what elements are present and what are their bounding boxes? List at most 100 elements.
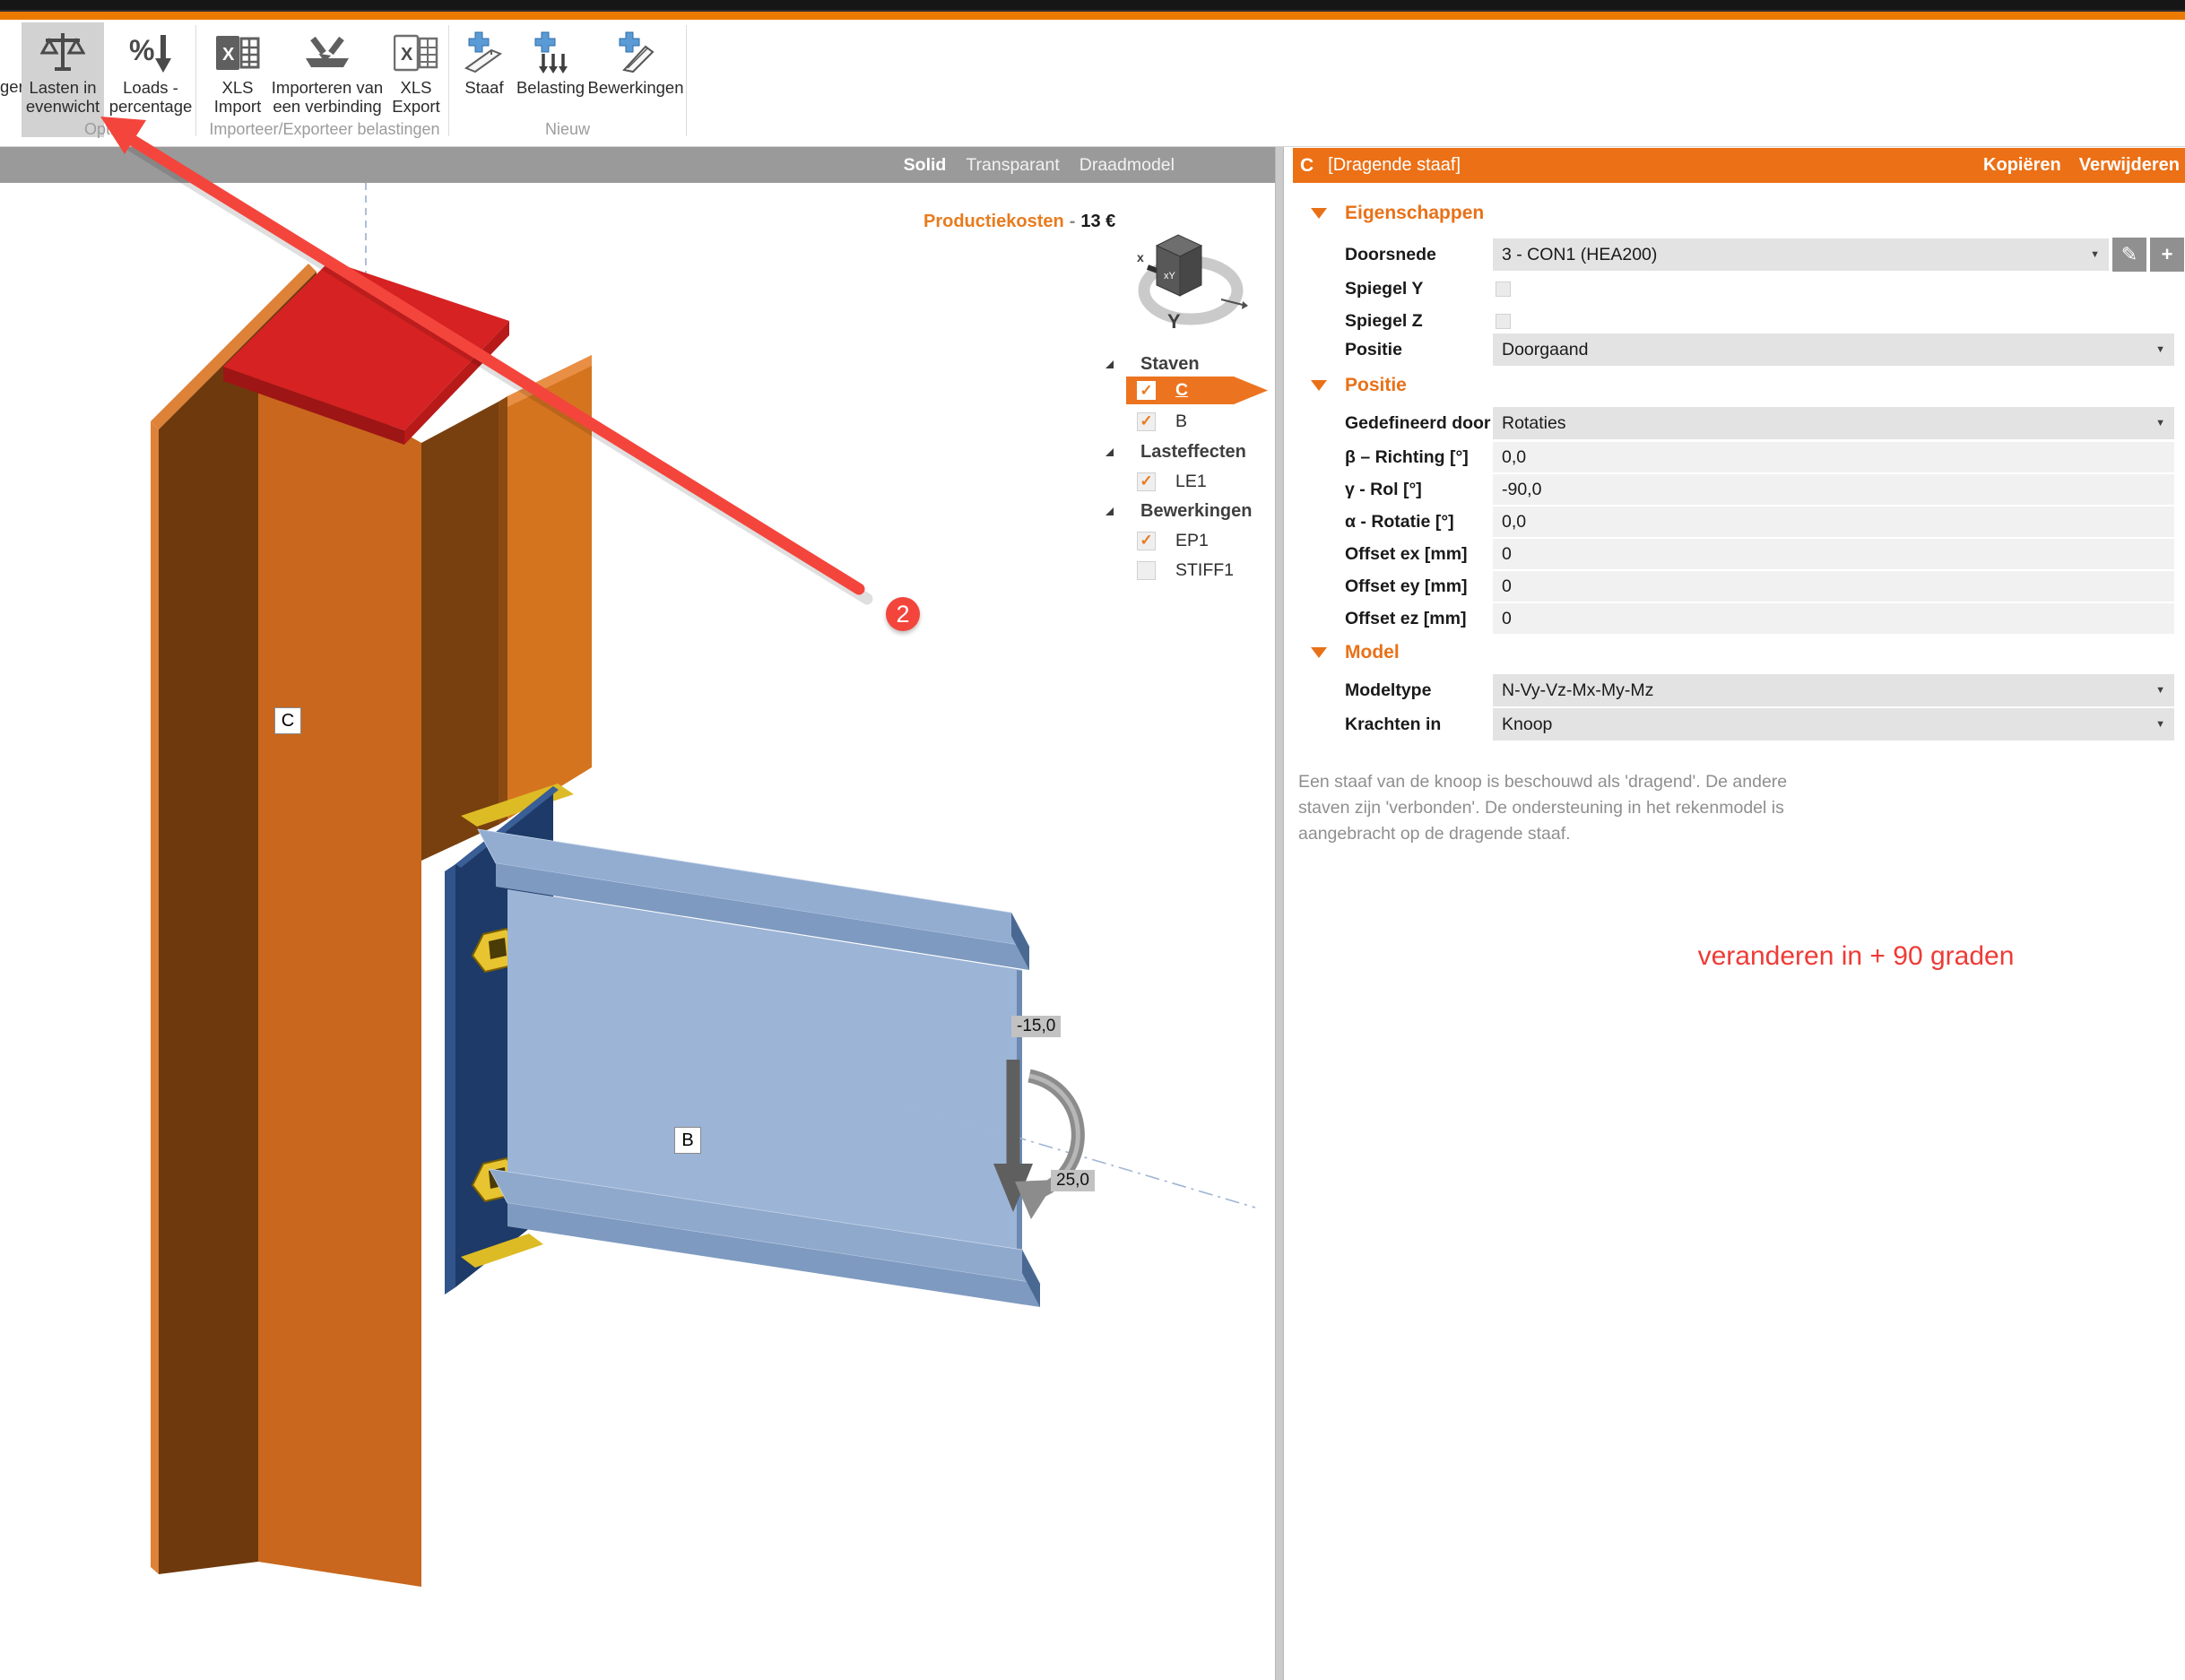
column-label: C — [274, 707, 301, 734]
gedefineerd-door-dropdown[interactable]: Rotaties ▼ — [1493, 407, 2174, 439]
property-panel: Eigenschappen Doorsnede 3 - CON1 (HEA200… — [1293, 183, 2185, 1680]
gamma-rol-input[interactable]: -90,0 — [1493, 474, 2174, 505]
rotation-start-value: -15,0 — [1011, 1016, 1061, 1037]
beta-richting-input[interactable]: 0,0 — [1493, 442, 2174, 472]
tree-item-le1[interactable]: ✓ LE1 — [1101, 467, 1207, 496]
production-cost-separator: - — [1064, 212, 1081, 231]
import-connection-icon — [302, 28, 352, 78]
chevron-down-icon: ▼ — [2155, 344, 2174, 355]
model-viewport[interactable]: Productiekosten-13 € xY Y x Staven ✓ C — [0, 183, 1275, 1680]
balance-scale-icon — [40, 28, 85, 78]
accent-stripe — [0, 12, 2185, 20]
collapse-triangle-icon[interactable] — [1311, 208, 1327, 219]
modeltype-dropdown[interactable]: N-Vy-Vz-Mx-My-Mz ▼ — [1493, 674, 2174, 706]
add-section-button[interactable]: + — [2150, 238, 2184, 272]
krachten-in-label: Krachten in — [1345, 708, 1441, 740]
tree-group-staven[interactable]: Staven — [1101, 350, 1200, 378]
panel-splitter[interactable] — [1275, 147, 1284, 1680]
view-cube-y-axis-label: Y — [1167, 310, 1181, 333]
expander-icon[interactable] — [1106, 507, 1114, 515]
group-separator — [195, 25, 196, 136]
spiegel-z-label: Spiegel Z — [1345, 305, 1423, 337]
tree-item-stiff1[interactable]: STIFF1 — [1101, 556, 1234, 585]
excel-export-icon: X — [394, 28, 438, 78]
button-label: Lasten in evenwicht — [22, 78, 104, 116]
section-eigenschappen[interactable]: Eigenschappen — [1293, 201, 1484, 226]
button-label: XLS Export — [384, 78, 448, 116]
modeltype-label: Modeltype — [1345, 674, 1431, 706]
krachten-in-dropdown[interactable]: Knoop ▼ — [1493, 708, 2174, 740]
chevron-down-icon: ▼ — [2155, 719, 2174, 730]
button-label: Bewerkingen — [588, 78, 684, 97]
checkbox-checked[interactable]: ✓ — [1137, 532, 1156, 550]
edit-section-button[interactable]: ✎ — [2112, 238, 2146, 272]
offset-ey-label: Offset ey [mm] — [1345, 570, 1468, 602]
excel-import-icon: X — [215, 28, 260, 78]
offset-ez-input[interactable]: 0 — [1493, 603, 2174, 634]
model-scene — [0, 183, 1275, 1680]
production-cost-value: 13 € — [1080, 212, 1115, 231]
cut-off-button[interactable]: gen — [0, 77, 22, 97]
tree-group-bewerkingen[interactable]: Bewerkingen — [1101, 497, 1252, 525]
offset-ez-label: Offset ez [mm] — [1345, 602, 1466, 635]
svg-text:X: X — [222, 45, 235, 65]
production-cost-label: Productiekosten — [923, 212, 1064, 231]
tree-item-b[interactable]: ✓ B — [1101, 407, 1187, 436]
beta-richting-label: β – Richting [°] — [1345, 441, 1469, 473]
selected-member-id: C — [1300, 155, 1314, 177]
section-positie[interactable]: Positie — [1293, 373, 1407, 398]
copy-button[interactable]: Kopiëren — [1983, 155, 2061, 176]
positie-label: Positie — [1345, 333, 1402, 366]
ribbon-toolbar: gen Lasten in evenwicht % — [0, 20, 2185, 147]
expander-icon[interactable] — [1106, 448, 1114, 456]
positie-dropdown[interactable]: Doorgaand ▼ — [1493, 333, 2174, 366]
group-label-nieuw: Nieuw — [452, 120, 683, 139]
application-window: gen Lasten in evenwicht % — [0, 0, 2185, 1680]
view-mode-transparant[interactable]: Transparant — [966, 155, 1059, 176]
checkbox-checked[interactable]: ✓ — [1137, 412, 1156, 431]
checkbox-checked[interactable]: ✓ — [1137, 472, 1156, 491]
tree-group-lasteffecten[interactable]: Lasteffecten — [1101, 437, 1246, 466]
section-model[interactable]: Model — [1293, 640, 1400, 665]
spiegel-y-checkbox[interactable] — [1496, 281, 1511, 297]
checkbox-checked[interactable]: ✓ — [1137, 381, 1156, 400]
view-mode-bar: Solid Transparant Draadmodel — [0, 147, 1275, 183]
checkbox-unchecked[interactable] — [1137, 561, 1156, 580]
beam-member-b[interactable] — [478, 829, 1040, 1307]
button-label: Importeren van een verbinding — [271, 78, 384, 116]
spiegel-z-checkbox[interactable] — [1496, 314, 1511, 329]
view-mode-draadmodel[interactable]: Draadmodel — [1079, 155, 1175, 176]
button-label: Staaf — [464, 78, 503, 97]
offset-ex-input[interactable]: 0 — [1493, 539, 2174, 569]
add-load-icon — [525, 28, 576, 78]
offset-ex-label: Offset ex [mm] — [1345, 538, 1468, 570]
collapse-triangle-icon[interactable] — [1311, 380, 1327, 391]
property-panel-header: C [Dragende staaf] Kopiëren Verwijderen — [1293, 148, 2185, 183]
add-member-icon — [461, 28, 507, 78]
add-operation-icon — [611, 28, 660, 78]
chevron-down-icon: ▼ — [2155, 418, 2174, 429]
production-cost: Productiekosten-13 € — [923, 212, 1115, 232]
button-label: Belasting — [516, 78, 585, 97]
alpha-rotatie-input[interactable]: 0,0 — [1493, 507, 2174, 537]
doorsnede-dropdown[interactable]: 3 - CON1 (HEA200) ▼ — [1493, 238, 2109, 271]
view-mode-solid[interactable]: Solid — [904, 155, 947, 176]
annotation-note: veranderen in + 90 graden — [1686, 940, 2026, 973]
expander-icon[interactable] — [1106, 360, 1114, 368]
step-badge: 2 — [886, 597, 920, 631]
bearing-member-note: Een staaf van de knoop is beschouwd als … — [1298, 769, 1836, 847]
collapse-triangle-icon[interactable] — [1311, 647, 1327, 658]
view-cube[interactable]: xY Y x — [1132, 229, 1248, 337]
group-label-opties: Opties — [22, 120, 194, 139]
chevron-down-icon: ▼ — [2155, 685, 2174, 696]
delete-button[interactable]: Verwijderen — [2079, 155, 2180, 176]
rotation-end-value: 25,0 — [1051, 1170, 1095, 1191]
tree-item-ep1[interactable]: ✓ EP1 — [1101, 526, 1209, 555]
button-label: Loads - percentage — [108, 78, 194, 116]
button-label: XLS Import — [204, 78, 271, 116]
group-separator — [686, 25, 687, 136]
offset-ey-input[interactable]: 0 — [1493, 571, 2174, 602]
view-cube-x-axis-label: x — [1137, 250, 1144, 264]
chevron-down-icon: ▼ — [2090, 249, 2109, 260]
group-separator — [448, 25, 449, 136]
